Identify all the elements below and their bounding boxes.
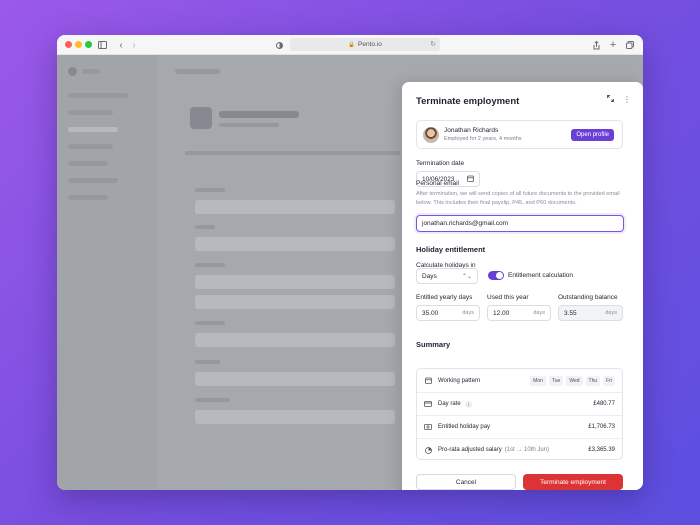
salary-period-note: (1st → 10th Jun) (504, 447, 550, 453)
salary-row: Pro-rata adjusted salary (1st → 10th Jun… (417, 438, 622, 461)
day-rate-label: Day rate (438, 401, 461, 407)
calendar-icon[interactable] (467, 175, 474, 184)
personal-email-label: Personal email (416, 180, 459, 187)
used-days-value: 12.00 (493, 309, 510, 317)
banknote-icon (424, 423, 432, 431)
avatar (423, 127, 439, 143)
entitlement-calculation-label: Entitlement calculation (508, 272, 574, 279)
employee-tenure: Employed for 2 years, 4 months (444, 136, 522, 142)
summary-card: Working pattern Mon Tue Wed Thu Fri Day … (416, 368, 623, 460)
day-chip: Mon (530, 375, 546, 386)
holiday-entitlement-title: Holiday entitlement (416, 245, 486, 254)
day-rate-value: £480.77 (593, 401, 615, 407)
panel-title: Terminate employment (416, 96, 520, 107)
holiday-pay-row: Entitled holiday pay £1,706.73 (417, 415, 622, 438)
terminate-employment-panel: Terminate employment ⋮ Jonathan Richards… (402, 82, 643, 490)
entitlement-calculation-toggle[interactable] (488, 271, 504, 280)
outstanding-balance-field: 3.55 days (558, 305, 623, 321)
browser-titlebar: ‹ › 🔒 Pento.io ↻ + (57, 35, 643, 55)
day-chip: Tue (548, 375, 564, 386)
summary-title: Summary (416, 340, 451, 349)
terminate-employment-button[interactable]: Terminate employment (523, 474, 623, 490)
outstanding-balance-label: Outstanding balance (558, 294, 618, 301)
working-pattern-label: Working pattern (438, 377, 481, 384)
entitled-days-input[interactable]: 35.00 days (416, 305, 480, 321)
termination-date-label: Termination date (416, 160, 465, 167)
close-window-button[interactable] (65, 41, 72, 48)
holiday-unit-value: Days (422, 272, 437, 280)
minimize-window-button[interactable] (75, 41, 82, 48)
entitled-days-unit: days (462, 310, 474, 316)
personal-email-value: jonathan.richards@gmail.com (422, 220, 509, 227)
forward-icon[interactable]: › (130, 39, 138, 51)
holiday-pay-label: Entitled holiday pay (438, 424, 491, 430)
personal-email-description: After termination, we will send copies o… (416, 191, 620, 206)
expand-icon[interactable] (607, 95, 614, 104)
employee-card: Jonathan Richards Employed for 2 years, … (416, 120, 623, 149)
entitled-days-value: 35.00 (422, 309, 439, 317)
new-tab-icon[interactable]: + (609, 39, 617, 51)
salary-label: Pro-rata adjusted salary (438, 447, 502, 453)
salary-value: £3,365.39 (588, 447, 615, 453)
sidebar-toggle-icon[interactable] (97, 39, 107, 51)
working-pattern-row: Working pattern Mon Tue Wed Thu Fri (417, 369, 622, 392)
day-rate-row: Day rate i £480.77 (417, 392, 622, 415)
back-icon[interactable]: ‹ (117, 39, 125, 51)
browser-window: ‹ › 🔒 Pento.io ↻ + Terminate employment … (57, 35, 643, 490)
cancel-button[interactable]: Cancel (416, 474, 516, 490)
day-chip: Fri (603, 375, 615, 386)
credit-card-icon (424, 400, 432, 408)
holiday-pay-value: £1,706.73 (588, 424, 615, 430)
panel-actions: ⋮ (607, 95, 631, 104)
select-chevron-icon: ⌃⌄ (461, 273, 472, 280)
address-bar-url: Pento.io (358, 41, 382, 48)
entitled-days-label: Entitled yearly days (416, 294, 473, 301)
more-options-icon[interactable]: ⋮ (623, 95, 631, 104)
calendar-icon (424, 377, 432, 385)
outstanding-balance-value: 3.55 (564, 309, 577, 317)
app-content: Terminate employment ⋮ Jonathan Richards… (57, 55, 643, 490)
tab-overview-icon[interactable] (626, 39, 634, 51)
used-days-input[interactable]: 12.00 days (487, 305, 551, 321)
used-days-label: Used this year (487, 294, 529, 301)
working-days: Mon Tue Wed Thu Fri (530, 375, 615, 386)
day-chip: Thu (585, 375, 601, 386)
privacy-shield-icon[interactable] (275, 39, 283, 51)
employee-name: Jonathan Richards (444, 127, 499, 134)
pie-chart-icon (424, 446, 432, 454)
holiday-unit-select[interactable]: Days ⌃⌄ (416, 268, 478, 284)
personal-email-input[interactable]: jonathan.richards@gmail.com (416, 215, 624, 232)
address-bar[interactable]: 🔒 Pento.io ↻ (290, 38, 440, 51)
outstanding-balance-unit: days (605, 310, 617, 316)
open-profile-button[interactable]: Open profile (571, 129, 614, 141)
lock-icon: 🔒 (348, 41, 355, 48)
day-chip: Wed (566, 375, 583, 386)
maximize-window-button[interactable] (85, 41, 92, 48)
share-icon[interactable] (592, 39, 600, 51)
info-icon[interactable]: i (464, 400, 472, 408)
used-days-unit: days (533, 310, 545, 316)
reload-icon[interactable]: ↻ (430, 40, 436, 48)
blurred-sidebar (57, 55, 157, 490)
